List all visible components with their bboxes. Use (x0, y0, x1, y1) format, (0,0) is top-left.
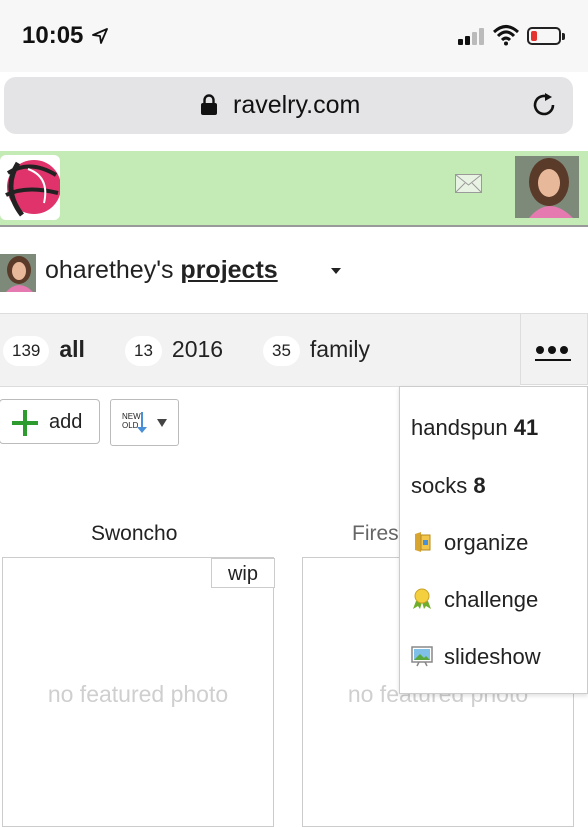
more-tabs-menu: handspun 41 socks 8 organize challenge s… (399, 386, 588, 694)
more-dots-icon (536, 346, 572, 354)
status-time: 10:05 (22, 22, 84, 49)
user-avatar[interactable] (515, 156, 579, 218)
menu-item-socks[interactable]: socks 8 (411, 473, 486, 499)
menu-item-slideshow[interactable]: slideshow (411, 644, 541, 670)
menu-item-challenge[interactable]: challenge (411, 587, 538, 613)
project-title[interactable]: Fires (352, 522, 399, 546)
owner-name: oharethey's (45, 256, 174, 284)
add-project-button[interactable]: add (0, 399, 100, 444)
tab-2016[interactable]: 13 2016 (125, 336, 223, 366)
owner-avatar[interactable] (0, 254, 36, 292)
more-tabs-button[interactable] (520, 313, 588, 385)
site-header (0, 151, 588, 227)
tab-count: 13 (125, 336, 162, 366)
status-badge: wip (211, 558, 275, 588)
tab-family[interactable]: 35 family (263, 336, 370, 366)
projects-link[interactable]: projects (180, 256, 277, 284)
tab-all[interactable]: 139 all (3, 336, 85, 366)
lock-icon (201, 94, 217, 115)
signal-icon (458, 28, 486, 45)
chevron-down-icon[interactable] (331, 268, 341, 274)
menu-item-handspun[interactable]: handspun 41 (411, 415, 538, 441)
sort-order-dropdown[interactable]: NEW OLD (110, 399, 179, 446)
tab-label: all (59, 336, 85, 363)
location-arrow-icon (92, 28, 108, 44)
project-title[interactable]: Swoncho (91, 522, 177, 546)
mail-icon[interactable] (455, 174, 482, 193)
plus-icon (12, 410, 38, 436)
add-label: add (49, 411, 83, 433)
slideshow-icon (411, 646, 433, 667)
project-card[interactable]: no featured photo wip (2, 557, 275, 827)
chevron-down-icon (157, 419, 167, 427)
tab-count: 139 (3, 336, 50, 366)
tab-label: family (309, 336, 370, 363)
tab-label: 2016 (171, 336, 224, 363)
no-photo-placeholder: no featured photo (47, 681, 229, 707)
reload-icon[interactable] (531, 91, 559, 119)
page-title: oharethey's projects (45, 256, 278, 285)
wifi-icon (493, 25, 519, 46)
url-text[interactable]: ravelry.com (233, 91, 360, 120)
folder-icon (415, 532, 431, 552)
ribbon-icon (413, 588, 431, 609)
battery-icon (527, 27, 565, 45)
tab-count: 35 (263, 336, 300, 366)
menu-item-organize[interactable]: organize (411, 530, 528, 556)
ravelry-logo[interactable] (0, 155, 60, 220)
